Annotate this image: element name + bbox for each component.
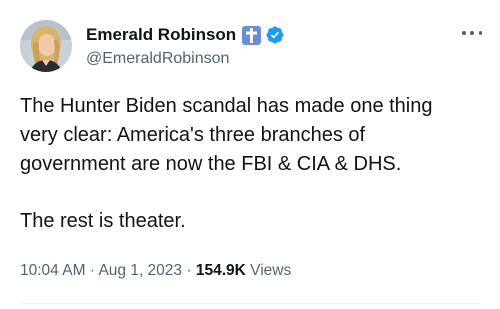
tweet-text-line: very clear: America's three branches of (20, 124, 366, 146)
author-handle[interactable]: @EmeraldRobinson (86, 50, 229, 68)
more-options-icon[interactable] (462, 30, 482, 36)
tweet-date[interactable]: Aug 1, 2023 (98, 262, 182, 279)
tweet-meta: 10:04 AM · Aug 1, 2023 · 154.9K Views (20, 262, 291, 280)
cross-icon (242, 25, 262, 45)
views-label: Views (250, 262, 292, 279)
meta-separator: · (186, 262, 192, 279)
tweet-text-line: The Hunter Biden scandal has made one th… (20, 95, 433, 117)
tweet-card: Emerald Robinson @EmeraldRobinson The Hu… (0, 0, 500, 309)
tweet-text-line: The rest is theater. (20, 210, 186, 232)
author-display-name[interactable]: Emerald Robinson (86, 25, 236, 45)
tweet-time[interactable]: 10:04 AM (20, 262, 86, 279)
tweet-text-line: government are now the FBI & CIA & DHS. (20, 153, 402, 175)
author-name-row: Emerald Robinson (86, 24, 285, 46)
tweet-text: The Hunter Biden scandal has made one th… (20, 92, 490, 236)
avatar-image (20, 20, 72, 72)
meta-separator: · (89, 262, 95, 279)
verified-check-icon (266, 26, 284, 44)
views-count: 154.9K (195, 262, 246, 279)
avatar[interactable] (20, 20, 72, 72)
divider (20, 303, 480, 304)
